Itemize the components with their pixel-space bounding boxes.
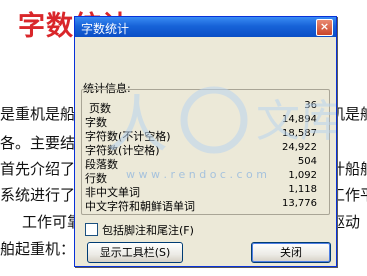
stat-row-paragraphs: 段落数 504 — [85, 156, 317, 171]
stat-value: 1,118 — [288, 184, 317, 195]
document-line: 系统进行了 — [0, 186, 76, 204]
stat-value: 13,776 — [282, 198, 317, 209]
word-count-dialog: 字数统计 × 统计信息: 页数 36 字数 14,894 字符数(不计空格) 1… — [74, 16, 337, 267]
stat-row-chars-with-spaces: 字符数(计空格) 24,922 — [85, 142, 317, 157]
include-footnotes-label[interactable]: 包括脚注和尾注(F) — [102, 222, 194, 238]
dialog-titlebar[interactable]: 字数统计 × — [75, 17, 336, 37]
stat-row-chars-no-spaces: 字符数(不计空格) 18,587 — [85, 128, 317, 143]
stat-row-asian-chars: 中文字符和朝鲜语单词 13,776 — [85, 198, 317, 213]
stat-value: 14,894 — [282, 114, 317, 125]
dialog-title: 字数统计 — [81, 22, 130, 36]
document-line: 是重机是船 — [0, 105, 76, 123]
close-icon[interactable]: × — [316, 19, 333, 36]
stat-row-non-asian-words: 非中文单词 1,118 — [85, 184, 317, 199]
close-button[interactable]: 关闭 — [251, 242, 331, 263]
stat-row-words: 字数 14,894 — [85, 114, 317, 129]
show-toolbar-button[interactable]: 显示工具栏(S) — [87, 242, 183, 263]
stat-row-lines: 行数 1,092 — [85, 170, 317, 185]
stat-row-pages: 页数 36 — [85, 100, 317, 115]
document-line: 舶起重机： — [0, 240, 76, 258]
stat-value: 18,587 — [282, 128, 317, 139]
stat-value: 24,922 — [282, 142, 317, 153]
stat-value: 36 — [304, 100, 317, 111]
stat-value: 504 — [297, 156, 317, 167]
include-footnotes-checkbox[interactable] — [85, 223, 98, 236]
stat-label: 中文字符和朝鲜语单词 — [85, 200, 195, 213]
stat-value: 1,092 — [288, 170, 317, 181]
